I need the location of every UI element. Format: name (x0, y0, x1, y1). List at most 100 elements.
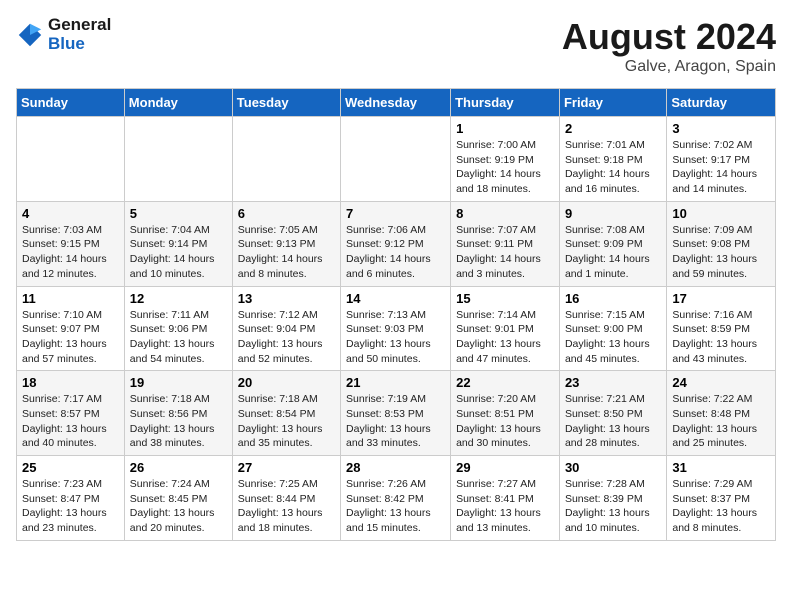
title-block: August 2024 Galve, Aragon, Spain (562, 16, 776, 76)
weekday-header-saturday: Saturday (667, 89, 776, 117)
calendar-table: SundayMondayTuesdayWednesdayThursdayFrid… (16, 88, 776, 541)
day-number: 16 (565, 291, 661, 306)
day-number: 22 (456, 375, 554, 390)
weekday-header-monday: Monday (124, 89, 232, 117)
day-number: 28 (346, 460, 445, 475)
weekday-header-sunday: Sunday (17, 89, 125, 117)
calendar-cell: 22 Sunrise: 7:20 AM Sunset: 8:51 PM Dayli… (451, 371, 560, 456)
day-info: Sunrise: 7:19 AM Sunset: 8:53 PM Dayligh… (346, 392, 445, 451)
calendar-cell: 27Sunrise: 7:25 AM Sunset: 8:44 PM Dayli… (232, 456, 340, 541)
day-info: Sunrise: 7:09 AM Sunset: 9:08 PM Dayligh… (672, 223, 770, 282)
day-number: 20 (238, 375, 335, 390)
calendar-week-row: 11Sunrise: 7:10 AM Sunset: 9:07 PM Dayli… (17, 286, 776, 371)
calendar-cell: 24 Sunrise: 7:22 AM Sunset: 8:48 PM Dayli… (667, 371, 776, 456)
day-info: Sunrise: 7:12 AM Sunset: 9:04 PM Dayligh… (238, 308, 335, 367)
day-info: Sunrise: 7:28 AM Sunset: 8:39 PM Dayligh… (565, 477, 661, 536)
calendar-cell: 14 Sunrise: 7:13 AM Sunset: 9:03 PM Dayli… (341, 286, 451, 371)
calendar-cell: 28Sunrise: 7:26 AM Sunset: 8:42 PM Dayli… (341, 456, 451, 541)
day-number: 29 (456, 460, 554, 475)
calendar-cell: 4 Sunrise: 7:03 AM Sunset: 9:15 PM Daylig… (17, 201, 125, 286)
calendar-cell (17, 117, 125, 202)
logo-text-blue: Blue (48, 35, 111, 54)
day-info: Sunrise: 7:24 AM Sunset: 8:45 PM Dayligh… (130, 477, 227, 536)
day-info: Sunrise: 7:22 AM Sunset: 8:48 PM Dayligh… (672, 392, 770, 451)
day-number: 1 (456, 121, 554, 136)
calendar-cell: 6Sunrise: 7:05 AM Sunset: 9:13 PM Daylig… (232, 201, 340, 286)
calendar-cell: 12 Sunrise: 7:11 AM Sunset: 9:06 PM Dayli… (124, 286, 232, 371)
main-title: August 2024 (562, 16, 776, 58)
logo: General Blue (16, 16, 111, 53)
calendar-cell: 23Sunrise: 7:21 AM Sunset: 8:50 PM Dayli… (559, 371, 666, 456)
day-number: 30 (565, 460, 661, 475)
day-info: Sunrise: 7:15 AM Sunset: 9:00 PM Dayligh… (565, 308, 661, 367)
day-number: 12 (130, 291, 227, 306)
calendar-cell (341, 117, 451, 202)
day-info: Sunrise: 7:27 AM Sunset: 8:41 PM Dayligh… (456, 477, 554, 536)
day-number: 7 (346, 206, 445, 221)
day-info: Sunrise: 7:00 AM Sunset: 9:19 PM Dayligh… (456, 138, 554, 197)
calendar-cell: 25 Sunrise: 7:23 AM Sunset: 8:47 PM Dayli… (17, 456, 125, 541)
logo-icon (16, 21, 44, 49)
calendar-cell: 13Sunrise: 7:12 AM Sunset: 9:04 PM Dayli… (232, 286, 340, 371)
day-number: 23 (565, 375, 661, 390)
page-header: General Blue August 2024 Galve, Aragon, … (16, 16, 776, 76)
calendar-cell: 18 Sunrise: 7:17 AM Sunset: 8:57 PM Dayli… (17, 371, 125, 456)
calendar-cell: 19Sunrise: 7:18 AM Sunset: 8:56 PM Dayli… (124, 371, 232, 456)
day-number: 18 (22, 375, 119, 390)
day-number: 21 (346, 375, 445, 390)
day-number: 2 (565, 121, 661, 136)
day-number: 10 (672, 206, 770, 221)
calendar-cell: 10 Sunrise: 7:09 AM Sunset: 9:08 PM Dayli… (667, 201, 776, 286)
day-info: Sunrise: 7:20 AM Sunset: 8:51 PM Dayligh… (456, 392, 554, 451)
day-number: 15 (456, 291, 554, 306)
day-info: Sunrise: 7:11 AM Sunset: 9:06 PM Dayligh… (130, 308, 227, 367)
calendar-cell: 31Sunrise: 7:29 AM Sunset: 8:37 PM Dayli… (667, 456, 776, 541)
day-info: Sunrise: 7:02 AM Sunset: 9:17 PM Dayligh… (672, 138, 770, 197)
calendar-cell: 16 Sunrise: 7:15 AM Sunset: 9:00 PM Dayli… (559, 286, 666, 371)
calendar-cell (232, 117, 340, 202)
day-info: Sunrise: 7:23 AM Sunset: 8:47 PM Dayligh… (22, 477, 119, 536)
day-info: Sunrise: 7:18 AM Sunset: 8:56 PM Dayligh… (130, 392, 227, 451)
day-info: Sunrise: 7:13 AM Sunset: 9:03 PM Dayligh… (346, 308, 445, 367)
day-number: 24 (672, 375, 770, 390)
day-info: Sunrise: 7:06 AM Sunset: 9:12 PM Dayligh… (346, 223, 445, 282)
day-info: Sunrise: 7:07 AM Sunset: 9:11 PM Dayligh… (456, 223, 554, 282)
calendar-week-row: 18 Sunrise: 7:17 AM Sunset: 8:57 PM Dayli… (17, 371, 776, 456)
day-number: 26 (130, 460, 227, 475)
day-number: 4 (22, 206, 119, 221)
weekday-header-friday: Friday (559, 89, 666, 117)
day-info: Sunrise: 7:04 AM Sunset: 9:14 PM Dayligh… (130, 223, 227, 282)
calendar-cell: 26 Sunrise: 7:24 AM Sunset: 8:45 PM Dayli… (124, 456, 232, 541)
day-info: Sunrise: 7:08 AM Sunset: 9:09 PM Dayligh… (565, 223, 661, 282)
weekday-header-wednesday: Wednesday (341, 89, 451, 117)
day-number: 6 (238, 206, 335, 221)
calendar-week-row: 4 Sunrise: 7:03 AM Sunset: 9:15 PM Daylig… (17, 201, 776, 286)
calendar-cell: 30 Sunrise: 7:28 AM Sunset: 8:39 PM Dayli… (559, 456, 666, 541)
day-number: 5 (130, 206, 227, 221)
day-info: Sunrise: 7:18 AM Sunset: 8:54 PM Dayligh… (238, 392, 335, 451)
calendar-cell (124, 117, 232, 202)
calendar-cell: 9Sunrise: 7:08 AM Sunset: 9:09 PM Daylig… (559, 201, 666, 286)
calendar-cell: 2Sunrise: 7:01 AM Sunset: 9:18 PM Daylig… (559, 117, 666, 202)
day-number: 14 (346, 291, 445, 306)
calendar-cell: 20 Sunrise: 7:18 AM Sunset: 8:54 PM Dayli… (232, 371, 340, 456)
calendar-cell: 1 Sunrise: 7:00 AM Sunset: 9:19 PM Daylig… (451, 117, 560, 202)
logo-text-general: General (48, 16, 111, 35)
calendar-cell: 8 Sunrise: 7:07 AM Sunset: 9:11 PM Daylig… (451, 201, 560, 286)
calendar-cell: 5 Sunrise: 7:04 AM Sunset: 9:14 PM Daylig… (124, 201, 232, 286)
day-number: 8 (456, 206, 554, 221)
weekday-header-thursday: Thursday (451, 89, 560, 117)
day-info: Sunrise: 7:25 AM Sunset: 8:44 PM Dayligh… (238, 477, 335, 536)
subtitle: Galve, Aragon, Spain (562, 58, 776, 76)
day-number: 25 (22, 460, 119, 475)
calendar-cell: 3 Sunrise: 7:02 AM Sunset: 9:17 PM Daylig… (667, 117, 776, 202)
calendar-week-row: 1 Sunrise: 7:00 AM Sunset: 9:19 PM Daylig… (17, 117, 776, 202)
calendar-cell: 17Sunrise: 7:16 AM Sunset: 8:59 PM Dayli… (667, 286, 776, 371)
calendar-cell: 29 Sunrise: 7:27 AM Sunset: 8:41 PM Dayli… (451, 456, 560, 541)
calendar-week-row: 25 Sunrise: 7:23 AM Sunset: 8:47 PM Dayli… (17, 456, 776, 541)
day-number: 3 (672, 121, 770, 136)
day-info: Sunrise: 7:03 AM Sunset: 9:15 PM Dayligh… (22, 223, 119, 282)
calendar-cell: 15Sunrise: 7:14 AM Sunset: 9:01 PM Dayli… (451, 286, 560, 371)
day-info: Sunrise: 7:17 AM Sunset: 8:57 PM Dayligh… (22, 392, 119, 451)
day-info: Sunrise: 7:10 AM Sunset: 9:07 PM Dayligh… (22, 308, 119, 367)
